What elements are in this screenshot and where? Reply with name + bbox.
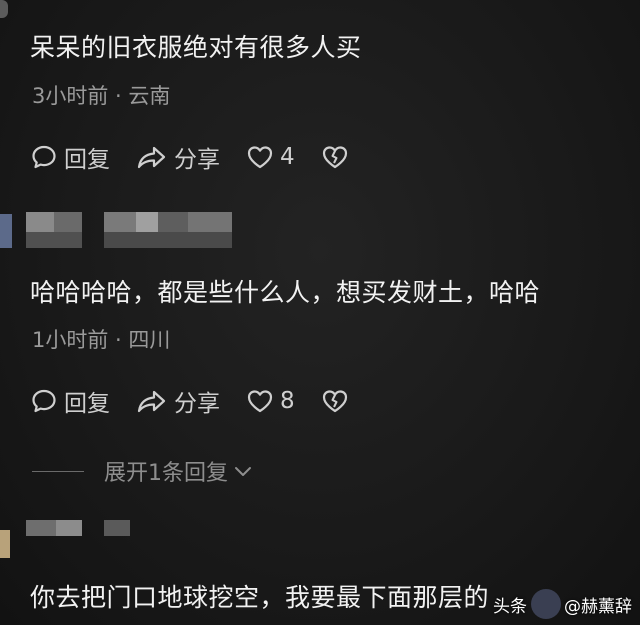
- reply-button[interactable]: 回复: [30, 140, 110, 174]
- comment-text: 呆呆的旧衣服绝对有很多人买: [30, 33, 362, 62]
- expand-replies-button[interactable]: 展开1条回复: [32, 455, 254, 487]
- comment-actions: 回复 分享 8: [30, 384, 375, 418]
- watermark: 头条 @赫薰辞: [493, 589, 632, 619]
- comment-actions: 回复 分享 4: [30, 140, 375, 174]
- share-label: 分享: [174, 147, 220, 173]
- share-arrow-icon: [137, 390, 166, 413]
- divider: [32, 470, 84, 472]
- comment-text: 你去把门口地球挖空，我要最下面那层的: [30, 583, 490, 612]
- avatar-edge: [0, 0, 8, 18]
- reply-label: 回复: [64, 147, 110, 173]
- heart-icon: [247, 390, 273, 413]
- chat-bubble-icon: [32, 145, 56, 169]
- heart-icon: [247, 146, 273, 169]
- reply-button[interactable]: 回复: [30, 384, 110, 418]
- chat-bubble-icon: [32, 389, 56, 413]
- comment-feed: 呆呆的旧衣服绝对有很多人买 3小时前 · 云南 回复 分享 4 哈哈哈哈，都是些…: [0, 0, 640, 625]
- comment-text: 哈哈哈哈，都是些什么人，想买发财土，哈哈: [30, 278, 541, 307]
- like-count: 8: [280, 388, 295, 414]
- reply-label: 回复: [64, 391, 110, 417]
- avatar-fragment: [0, 530, 10, 558]
- dislike-button[interactable]: [321, 388, 349, 414]
- share-button[interactable]: 分享: [136, 384, 220, 418]
- like-count: 4: [280, 144, 295, 170]
- blurred-username: [0, 520, 240, 560]
- watermark-brand: 头条: [493, 596, 527, 617]
- avatar-fragment: [0, 214, 12, 248]
- comment-meta: 1小时前 · 四川: [32, 328, 171, 352]
- watermark-logo-icon: [531, 589, 561, 619]
- share-button[interactable]: 分享: [136, 140, 220, 174]
- chevron-down-icon: [235, 467, 251, 476]
- expand-replies-label: 展开1条回复: [104, 461, 228, 486]
- broken-heart-icon: [322, 146, 347, 169]
- comment-meta: 3小时前 · 云南: [32, 84, 171, 108]
- watermark-handle: @赫薰辞: [564, 596, 632, 617]
- dislike-button[interactable]: [321, 144, 349, 170]
- like-button[interactable]: 8: [246, 388, 295, 414]
- broken-heart-icon: [322, 390, 347, 413]
- share-label: 分享: [174, 391, 220, 417]
- like-button[interactable]: 4: [246, 144, 295, 170]
- share-arrow-icon: [137, 146, 166, 169]
- blurred-username: [0, 212, 240, 252]
